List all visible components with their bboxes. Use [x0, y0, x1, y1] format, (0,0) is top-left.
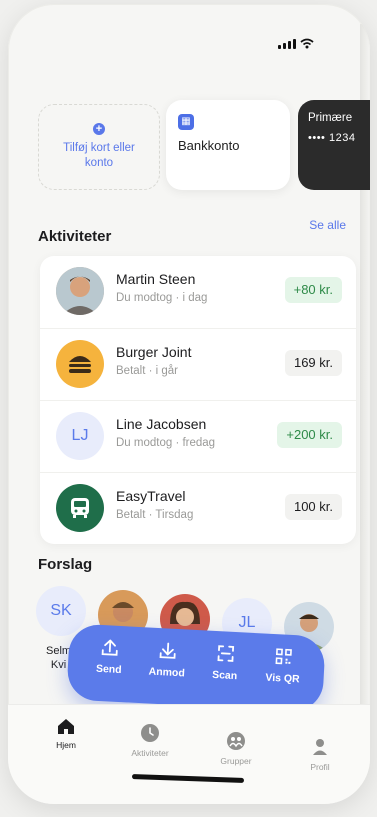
wifi-icon	[300, 38, 314, 49]
activity-row[interactable]: Burger Joint Betalt · i går 169 kr.	[40, 328, 356, 401]
cards-row: + Tilføj kort eller konto ▦ Bankkonto Pr…	[38, 100, 370, 192]
tab-activities-label: Aktiviteter	[131, 748, 169, 758]
activity-list: Martin Steen Du modtog · i dag +80 kr. B…	[40, 256, 356, 544]
avatar-initials: LJ	[56, 412, 104, 460]
suggestion-avatar[interactable]: SK	[36, 586, 86, 636]
tab-home[interactable]: Hjem	[36, 717, 96, 750]
activity-name: Line Jacobsen	[116, 416, 207, 432]
group-icon	[227, 732, 245, 750]
add-card-label: Tilføj kort eller konto	[63, 142, 135, 169]
amount-badge: +80 kr.	[284, 277, 342, 303]
download-icon	[159, 642, 176, 659]
amount-badge: 169 kr.	[284, 350, 342, 376]
amount-badge: 100 kr.	[284, 494, 342, 520]
scan-icon	[217, 645, 235, 662]
amount-badge: +200 kr.	[277, 422, 342, 448]
activity-name: Burger Joint	[116, 344, 192, 360]
scan-label: Scan	[211, 668, 238, 683]
add-card-button[interactable]: + Tilføj kort eller konto	[38, 104, 160, 190]
bank-account-card[interactable]: ▦ Bankkonto	[166, 100, 290, 190]
bank-icon: ▦	[178, 114, 194, 130]
activity-row[interactable]: Martin Steen Du modtog · i dag +80 kr.	[40, 256, 356, 328]
plus-icon: +	[93, 123, 105, 135]
primary-card[interactable]: Primære •••• 1234	[298, 100, 370, 190]
activity-name: EasyTravel	[116, 488, 186, 504]
primary-card-number: •••• 1234	[308, 132, 356, 144]
show-qr-label: Vis QR	[265, 671, 300, 686]
activity-row[interactable]: EasyTravel Betalt · Tirsdag 100 kr.	[40, 472, 356, 545]
avatar	[56, 340, 104, 388]
activity-row[interactable]: LJ Line Jacobsen Du modtog · fredag +200…	[40, 400, 356, 473]
person-photo-icon	[56, 267, 104, 315]
status-bar	[278, 38, 314, 49]
tab-profile-label: Profil	[310, 762, 330, 772]
avatar	[56, 267, 104, 315]
clock-icon	[141, 724, 159, 742]
person-icon	[313, 739, 327, 755]
tab-activities[interactable]: Aktiviteter	[120, 723, 180, 758]
tab-bar: Hjem Aktiviteter Grupper Profil	[8, 704, 370, 804]
signal-icon	[278, 39, 296, 49]
bank-account-label: Bankkonto	[178, 138, 240, 153]
activity-sub: Du modtog · i dag	[116, 292, 208, 304]
activity-sub: Betalt · i går	[116, 365, 178, 377]
tab-profile[interactable]: Profil	[290, 737, 350, 772]
show-qr-button[interactable]: Vis QR	[255, 645, 311, 686]
primary-card-title: Primære	[308, 112, 353, 124]
activities-title: Aktiviteter	[38, 228, 112, 245]
burger-icon	[69, 356, 91, 373]
avatar	[56, 484, 104, 532]
see-all-link[interactable]: Se alle	[309, 218, 346, 232]
home-icon	[58, 719, 74, 734]
request-button[interactable]: Anmod	[139, 639, 195, 680]
send-label: Send	[95, 662, 122, 677]
activity-sub: Betalt · Tirsdag	[116, 509, 194, 521]
request-label: Anmod	[148, 665, 186, 680]
qr-icon	[275, 648, 292, 665]
tab-groups[interactable]: Grupper	[206, 731, 266, 766]
action-bar: Send Anmod Scan Vis QR	[66, 623, 326, 713]
bus-icon	[71, 498, 89, 518]
suggestions-title: Forslag	[38, 556, 93, 573]
phone-screen: + Tilføj kort eller konto ▦ Bankkonto Pr…	[8, 4, 370, 804]
tab-groups-label: Grupper	[220, 756, 252, 766]
activity-sub: Du modtog · fredag	[116, 437, 216, 449]
activity-name: Martin Steen	[116, 271, 196, 287]
send-button[interactable]: Send	[82, 636, 138, 677]
tab-home-label: Hjem	[56, 740, 76, 750]
upload-icon	[101, 639, 118, 656]
scan-button[interactable]: Scan	[197, 642, 253, 683]
suggestion-label-line: Selm	[46, 645, 72, 657]
